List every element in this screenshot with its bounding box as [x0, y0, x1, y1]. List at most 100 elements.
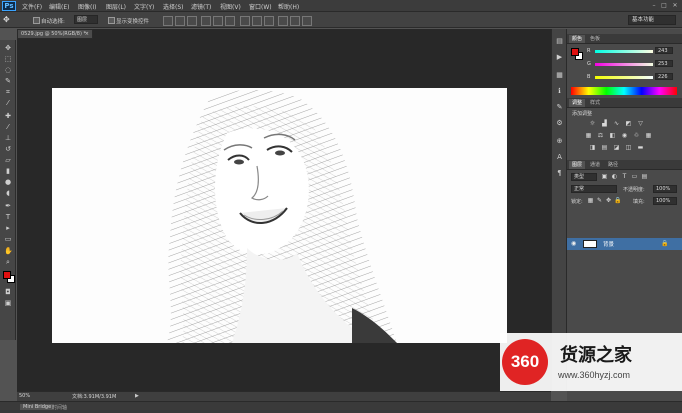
- invert-icon[interactable]: ◨: [589, 144, 596, 151]
- curves-icon[interactable]: ∿: [613, 120, 620, 127]
- vibrance-icon[interactable]: ▽: [637, 120, 644, 127]
- lasso-tool-icon[interactable]: ◌: [4, 66, 12, 74]
- channel-mixer-icon[interactable]: ♲: [633, 132, 640, 139]
- foreground-color-swatch[interactable]: [3, 271, 11, 279]
- gradient-map-icon[interactable]: ▬: [637, 144, 644, 151]
- actions-panel-icon[interactable]: ▶: [555, 53, 564, 62]
- color-balance-icon[interactable]: ⚖: [597, 132, 604, 139]
- layer-kind-filter[interactable]: 类型: [571, 173, 597, 181]
- brush-tool-icon[interactable]: ⁄: [4, 123, 12, 131]
- align-vcenter-icon[interactable]: [175, 16, 185, 26]
- exposure-icon[interactable]: ◩: [625, 120, 632, 127]
- tab-color[interactable]: 颜色: [569, 35, 586, 43]
- green-value[interactable]: 253: [655, 60, 673, 67]
- color-panel-foreground[interactable]: [571, 48, 579, 56]
- dodge-tool-icon[interactable]: ◖: [4, 189, 12, 197]
- menu-image[interactable]: 图像(I): [78, 2, 96, 11]
- eyedropper-tool-icon[interactable]: ⁄: [4, 99, 12, 107]
- type-tool-icon[interactable]: T: [4, 213, 12, 221]
- blue-value[interactable]: 226: [655, 73, 673, 80]
- move-tool-icon[interactable]: ✥: [4, 44, 12, 52]
- filter-adjust-icon[interactable]: ◐: [611, 173, 618, 180]
- tab-swatches[interactable]: 色板: [587, 35, 603, 42]
- zoom-tool-icon[interactable]: ⌕: [4, 258, 12, 266]
- align-right-icon[interactable]: [225, 16, 235, 26]
- distribute-top-icon[interactable]: [240, 16, 250, 26]
- close-document-icon[interactable]: ×: [85, 30, 89, 39]
- paragraph-panel-icon[interactable]: ¶: [555, 169, 564, 178]
- align-top-icon[interactable]: [163, 16, 173, 26]
- shape-tool-icon[interactable]: ▭: [4, 235, 12, 243]
- hand-tool-icon[interactable]: ✋: [4, 247, 13, 255]
- blend-mode-dropdown[interactable]: 正常: [571, 185, 617, 193]
- path-select-tool-icon[interactable]: ▸: [4, 224, 12, 232]
- layer-row-background[interactable]: ◉ 背景 🔒: [567, 238, 682, 250]
- posterize-icon[interactable]: ▤: [601, 144, 608, 151]
- quick-select-tool-icon[interactable]: ✎: [4, 77, 12, 85]
- brightness-contrast-icon[interactable]: ☼: [589, 120, 596, 127]
- tab-channels[interactable]: 通道: [587, 161, 603, 168]
- lock-transparent-icon[interactable]: ▦: [587, 197, 594, 204]
- tab-adjustments[interactable]: 调整: [569, 99, 586, 107]
- green-channel-slider[interactable]: G 253: [585, 60, 675, 68]
- marquee-tool-icon[interactable]: ⬚: [4, 55, 12, 63]
- color-lookup-icon[interactable]: ▦: [645, 132, 652, 139]
- fill-field[interactable]: 100%: [653, 197, 677, 205]
- brush-presets-panel-icon[interactable]: ⚙: [555, 119, 564, 128]
- history-brush-tool-icon[interactable]: ↺: [4, 145, 12, 153]
- filter-type-icon[interactable]: T: [621, 173, 628, 180]
- visibility-eye-icon[interactable]: ◉: [571, 240, 576, 247]
- menu-edit[interactable]: 编辑(E): [49, 2, 69, 11]
- distribute-bottom-icon[interactable]: [264, 16, 274, 26]
- crop-tool-icon[interactable]: ⌗: [4, 88, 12, 96]
- document-image[interactable]: [52, 88, 507, 343]
- filter-shape-icon[interactable]: ▭: [631, 173, 638, 180]
- eraser-tool-icon[interactable]: ▱: [4, 156, 12, 164]
- layer-name[interactable]: 背景: [603, 240, 614, 248]
- opacity-field[interactable]: 100%: [653, 185, 677, 193]
- move-tool-preset-icon[interactable]: ✥: [3, 15, 15, 25]
- menu-file[interactable]: 文件(F): [22, 2, 42, 11]
- threshold-icon[interactable]: ◪: [613, 144, 620, 151]
- blur-tool-icon[interactable]: ●: [4, 178, 12, 186]
- menu-view[interactable]: 视图(V): [220, 2, 241, 11]
- document-tab[interactable]: 0529.jpg @ 50%(RGB/8) * ×: [17, 29, 93, 39]
- red-value[interactable]: 243: [655, 47, 673, 54]
- levels-icon[interactable]: ▟: [601, 120, 608, 127]
- close-window-button[interactable]: ✕: [671, 2, 679, 9]
- tab-mini-bridge[interactable]: Mini Bridge: [20, 404, 55, 410]
- zoom-level[interactable]: 50%: [19, 393, 30, 399]
- selective-color-icon[interactable]: ◫: [625, 144, 632, 151]
- history-panel-icon[interactable]: ▤: [555, 37, 564, 46]
- quick-mask-icon[interactable]: ◘: [4, 288, 12, 296]
- auto-select-dropdown[interactable]: 图层: [74, 15, 98, 24]
- show-transform-checkbox[interactable]: [108, 17, 115, 24]
- properties-panel-icon[interactable]: ▦: [555, 71, 564, 80]
- brush-panel-icon[interactable]: ✎: [555, 103, 564, 112]
- distribute-hcenter-icon[interactable]: [290, 16, 300, 26]
- clone-stamp-tool-icon[interactable]: ⊥: [4, 134, 12, 142]
- menu-type[interactable]: 文字(Y): [134, 2, 154, 11]
- black-white-icon[interactable]: ◧: [609, 132, 616, 139]
- tab-paths[interactable]: 路径: [605, 161, 621, 168]
- pen-tool-icon[interactable]: ✒: [4, 202, 12, 210]
- gradient-tool-icon[interactable]: ▮: [4, 167, 12, 175]
- minimize-button[interactable]: –: [650, 2, 658, 9]
- maximize-button[interactable]: □: [660, 2, 668, 9]
- menu-window[interactable]: 窗口(W): [249, 2, 272, 11]
- workspace-dropdown[interactable]: 基本功能: [628, 15, 676, 25]
- menu-layer[interactable]: 图层(L): [106, 2, 126, 11]
- filter-pixel-icon[interactable]: ▣: [601, 173, 608, 180]
- distribute-vcenter-icon[interactable]: [252, 16, 262, 26]
- screen-mode-icon[interactable]: ▣: [4, 299, 12, 307]
- lock-position-icon[interactable]: ✥: [605, 197, 612, 204]
- red-track[interactable]: [595, 50, 653, 53]
- filter-smart-icon[interactable]: ▤: [641, 173, 648, 180]
- lock-all-icon[interactable]: 🔒: [614, 197, 621, 204]
- photo-filter-icon[interactable]: ◉: [621, 132, 628, 139]
- lock-image-icon[interactable]: ✎: [596, 197, 603, 204]
- align-left-icon[interactable]: [201, 16, 211, 26]
- blue-track[interactable]: [595, 76, 653, 79]
- menu-help[interactable]: 帮助(H): [278, 2, 299, 11]
- align-hcenter-icon[interactable]: [213, 16, 223, 26]
